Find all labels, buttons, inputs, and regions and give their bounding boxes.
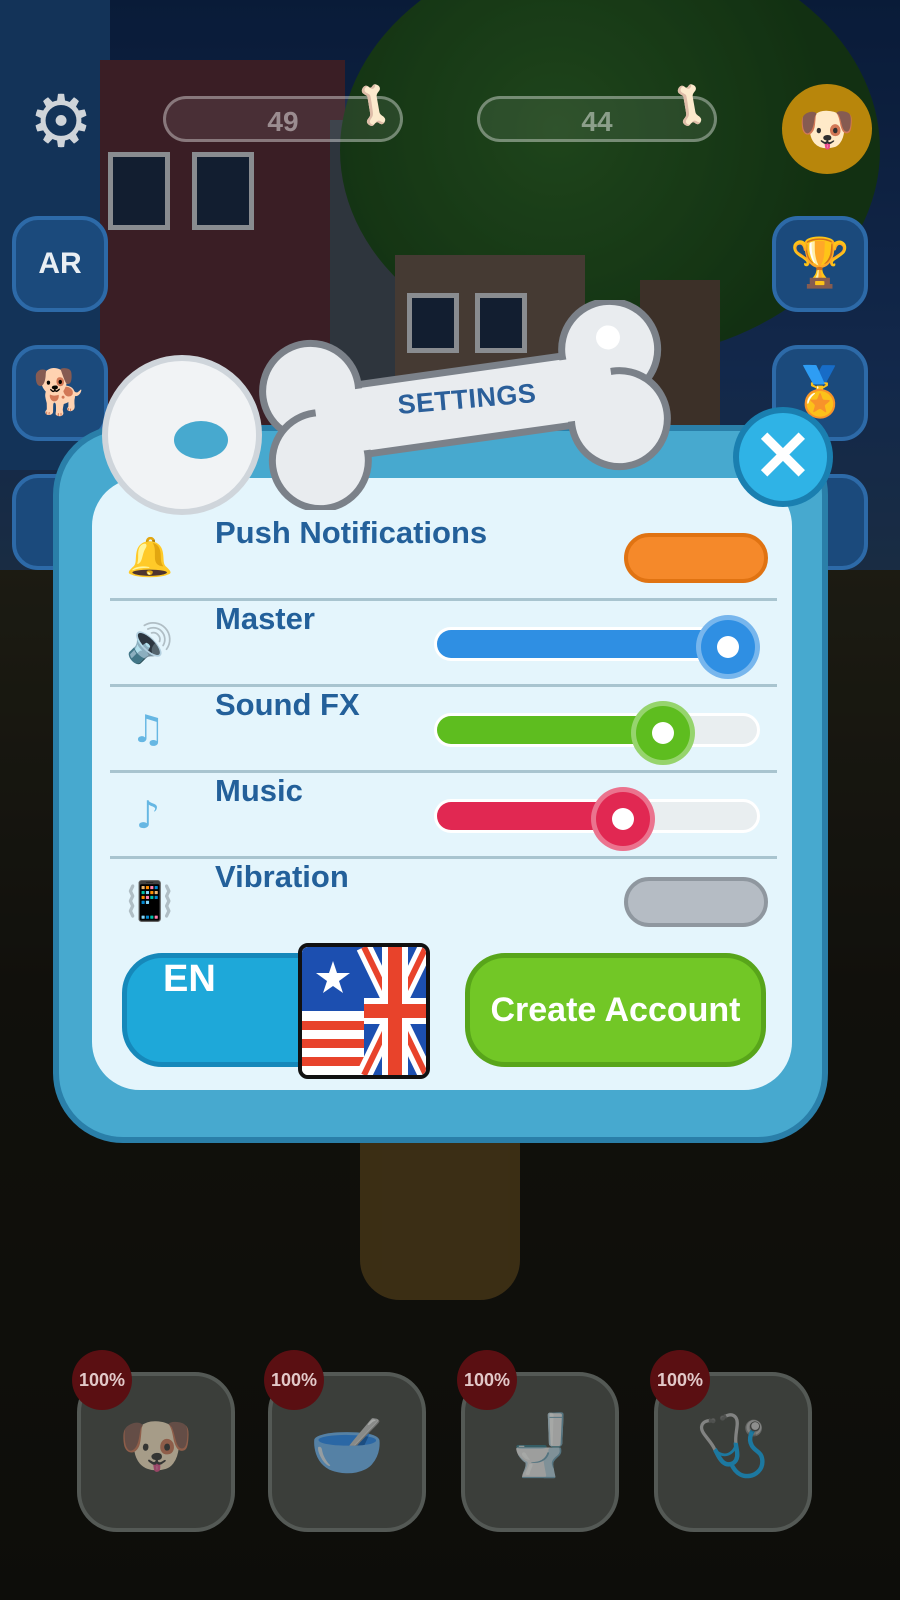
gear-hole: [174, 421, 228, 459]
music-note-icon: ♪: [135, 793, 161, 837]
ar-button-label: AR: [38, 247, 82, 280]
setting-row-push-notifications: 🔔 Push Notifications: [110, 515, 777, 601]
gear-decoration-icon: [102, 355, 262, 515]
music-notes-icon: ♫: [130, 707, 166, 751]
dog-face-icon: 🐶: [118, 1411, 194, 1481]
close-icon: ✕: [753, 417, 813, 495]
setting-label: Master: [215, 601, 315, 636]
need-badge: 100%: [72, 1350, 132, 1410]
speaker-icon: 🔊: [126, 621, 174, 665]
setting-label: Push Notifications: [215, 515, 488, 550]
trophy-button[interactable]: 🏆: [772, 216, 868, 312]
need-badge: 100%: [457, 1350, 517, 1410]
dog-avatar-button[interactable]: 🐶: [782, 84, 872, 174]
bell-icon: 🔔: [126, 535, 174, 579]
setting-row-sound-fx: ♫ Sound FX: [110, 687, 777, 773]
need-badge: 100%: [264, 1350, 324, 1410]
slider-handle[interactable]: [591, 787, 656, 851]
dog-face-icon: 🐶: [798, 102, 856, 156]
gear-icon[interactable]: ⚙: [22, 82, 100, 160]
create-account-button[interactable]: Create Account: [465, 953, 766, 1067]
setting-label: Sound FX: [215, 687, 360, 722]
music-slider[interactable]: [434, 787, 760, 851]
setting-row-master: 🔊 Master: [110, 601, 777, 687]
need-badge: 100%: [650, 1350, 710, 1410]
language-label: EN: [163, 958, 216, 1000]
trophy-icon: 🏆: [790, 237, 850, 290]
slider-handle[interactable]: [630, 701, 695, 765]
setting-row-music: ♪ Music: [110, 773, 777, 859]
slider-fill: [437, 630, 731, 658]
close-button[interactable]: ✕: [733, 407, 833, 507]
setting-label: Vibration: [215, 859, 349, 894]
setting-label: Music: [215, 773, 303, 808]
ar-button[interactable]: AR: [12, 216, 108, 312]
superhero-dog-icon: 🐕: [32, 368, 88, 417]
superhero-dog-button[interactable]: 🐕: [12, 345, 108, 441]
bathroom-icon: 🚽: [502, 1411, 578, 1481]
gold-bones-counter-value: 44: [581, 106, 613, 137]
vibration-toggle[interactable]: [624, 877, 768, 927]
sound-fx-slider[interactable]: [434, 701, 760, 765]
master-slider[interactable]: [434, 615, 760, 679]
first-aid-kit-icon: 🩺: [695, 1411, 771, 1481]
slider-handle[interactable]: [696, 615, 760, 679]
push-notifications-toggle[interactable]: [624, 533, 768, 583]
bones-counter-value: 49: [267, 106, 299, 137]
food-bowl-icon: 🥣: [309, 1411, 385, 1481]
us-uk-flag-icon[interactable]: [298, 943, 430, 1079]
vibration-phone-icon: 📳: [126, 879, 174, 923]
setting-row-vibration: 📳 Vibration: [110, 859, 777, 945]
